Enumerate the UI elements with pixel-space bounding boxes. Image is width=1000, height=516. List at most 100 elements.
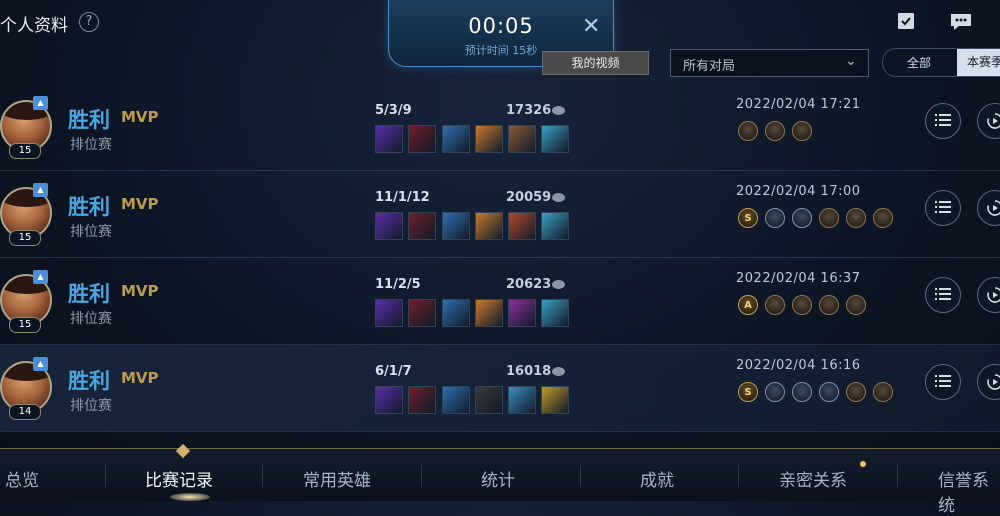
equipment-item-icon[interactable]: [375, 299, 403, 327]
match-time: 2022/02/04 17:21: [736, 97, 861, 112]
my-video-button[interactable]: 我的视频: [542, 51, 649, 75]
medal-icon: [819, 208, 839, 228]
medal-icon: [819, 295, 839, 315]
match-result: 胜利: [68, 282, 110, 306]
segment-season[interactable]: 本赛季: [957, 49, 1000, 76]
match-row[interactable]: ▲ 14 胜利 MVP 排位赛 6/1/7 16018 2022/02/04 1…: [0, 345, 1000, 431]
gold-amount: 20059: [506, 190, 552, 205]
gold-amount: 16018: [506, 364, 552, 379]
kda: 6/1/7: [375, 364, 412, 379]
team-badge-icon: ▲: [33, 96, 48, 110]
match-filter-dropdown[interactable]: 所有对局 ⌄: [670, 49, 869, 77]
equipment-item-icon[interactable]: [475, 212, 503, 240]
medal-icon: [738, 121, 758, 141]
active-tab-indicator: [175, 443, 191, 459]
equipment-item-icon[interactable]: [541, 212, 569, 240]
team-badge-icon: ▲: [33, 183, 48, 197]
equipment-item-icon[interactable]: [475, 125, 503, 153]
medal-icon: [792, 382, 812, 402]
medal-icon: S: [738, 208, 758, 228]
nav-divider: [105, 465, 106, 487]
gold-coin-icon: [552, 367, 565, 376]
medal-icon: [765, 295, 785, 315]
equipment-item-icon[interactable]: [408, 125, 436, 153]
tab-relationships[interactable]: 亲密关系: [779, 466, 847, 491]
tab-match-history[interactable]: 比赛记录: [145, 466, 213, 491]
hero-level: 15: [9, 143, 41, 159]
equipment-item-icon[interactable]: [442, 299, 470, 327]
medal-icon: [792, 121, 812, 141]
medal-icon: [873, 208, 893, 228]
match-row[interactable]: ▲ 15 胜利 MVP 排位赛 11/1/12 20059 2022/02/04…: [0, 171, 1000, 257]
kda: 5/3/9: [375, 103, 412, 118]
notification-dot: [860, 461, 866, 467]
bottom-nav: 总览 比赛记录 常用英雄 统计 成就 亲密关系 信誉系统: [0, 443, 1000, 516]
equipment-item-icon[interactable]: [541, 125, 569, 153]
equipment-item-icon[interactable]: [408, 212, 436, 240]
equipment-item-icon[interactable]: [375, 125, 403, 153]
replay-button[interactable]: [977, 364, 1000, 400]
medal-icon: [846, 295, 866, 315]
match-row[interactable]: ▲ 15 胜利 MVP 排位赛 11/2/5 20623 2022/02/04 …: [0, 258, 1000, 344]
list-icon: [935, 201, 951, 213]
close-icon[interactable]: ✕: [582, 16, 600, 38]
equipment-item-icon[interactable]: [408, 299, 436, 327]
medal-icon: [846, 382, 866, 402]
list-icon: [935, 114, 951, 126]
equipment-item-icon[interactable]: [475, 299, 503, 327]
gold-coin-icon: [552, 193, 565, 202]
equipment-item-icon[interactable]: [508, 125, 536, 153]
medal-icon: [765, 382, 785, 402]
tab-achievements[interactable]: 成就: [640, 466, 674, 491]
replay-button[interactable]: [977, 190, 1000, 226]
equipment-item-icon[interactable]: [508, 299, 536, 327]
match-detail-button[interactable]: [925, 277, 961, 313]
equipment-item-icon[interactable]: [375, 386, 403, 414]
equipment-item-icon[interactable]: [375, 212, 403, 240]
equipment-item-icon[interactable]: [508, 212, 536, 240]
segment-all[interactable]: 全部: [907, 54, 931, 71]
medal-icon: [846, 208, 866, 228]
equipment-item-icon[interactable]: [541, 386, 569, 414]
equipment-item-icon[interactable]: [408, 386, 436, 414]
mvp-badge: MVP: [121, 369, 159, 387]
gold-coin-icon: [552, 106, 565, 115]
gold-amount: 17326: [506, 103, 552, 118]
kda: 11/2/5: [375, 277, 421, 292]
gold-coin-icon: [552, 280, 565, 289]
match-result: 胜利: [68, 108, 110, 132]
replay-button[interactable]: [977, 277, 1000, 313]
tab-common-heroes[interactable]: 常用英雄: [303, 466, 371, 491]
match-result: 胜利: [68, 195, 110, 219]
equipment-item-icon[interactable]: [442, 386, 470, 414]
match-detail-button[interactable]: [925, 190, 961, 226]
timer-time: 00:05: [468, 14, 534, 38]
match-mode: 排位赛: [70, 311, 112, 327]
tab-statistics[interactable]: 统计: [481, 466, 515, 491]
match-result: 胜利: [68, 369, 110, 393]
equipment-item-icon[interactable]: [442, 212, 470, 240]
nav-divider: [580, 465, 581, 487]
gold-amount: 20623: [506, 277, 552, 292]
medal-icon: S: [738, 382, 758, 402]
match-detail-button[interactable]: [925, 364, 961, 400]
equipment-item-icon[interactable]: [541, 299, 569, 327]
match-row[interactable]: ▲ 15 胜利 MVP 排位赛 5/3/9 17326 2022/02/04 1…: [0, 84, 1000, 170]
medal-icon: [765, 208, 785, 228]
tab-credit-system[interactable]: 信誉系统: [938, 466, 1000, 516]
task-flag-icon[interactable]: [897, 12, 915, 30]
equipment-item-icon[interactable]: [442, 125, 470, 153]
equipment-item-icon[interactable]: [508, 386, 536, 414]
replay-icon: [987, 200, 1000, 216]
scope-toggle: 全部 本赛季: [882, 48, 1000, 77]
team-badge-icon: ▲: [33, 270, 48, 284]
replay-button[interactable]: [977, 103, 1000, 139]
help-icon[interactable]: ?: [79, 12, 99, 32]
tab-overview[interactable]: 总览: [5, 466, 39, 491]
hero-level: 15: [9, 230, 41, 246]
equipment-item-icon[interactable]: [475, 386, 503, 414]
match-time: 2022/02/04 17:00: [736, 184, 861, 199]
match-detail-button[interactable]: [925, 103, 961, 139]
replay-icon: [987, 287, 1000, 303]
chat-icon[interactable]: [950, 13, 972, 31]
